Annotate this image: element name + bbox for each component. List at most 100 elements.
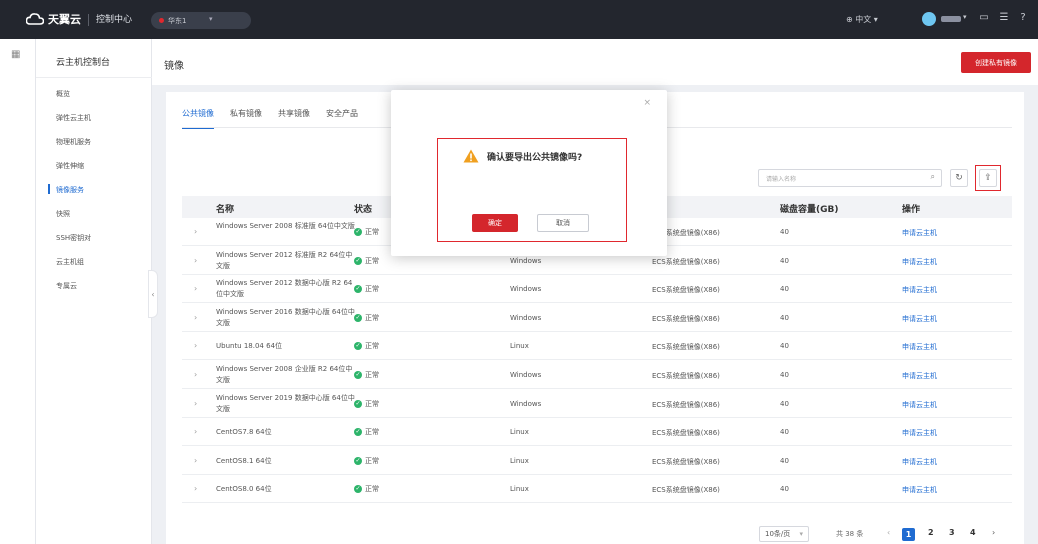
apply-server-link[interactable]: 申请云主机 (902, 485, 937, 495)
apply-server-link[interactable]: 申请云主机 (902, 342, 937, 352)
table-row[interactable]: › CentOS8.0 64位 ✓ 正常 Linux ECS系统盘镜像(X86) 40 申请云… (182, 475, 1012, 504)
close-icon[interactable]: × (643, 98, 651, 108)
tab-shared-images[interactable]: 共享镜像 (278, 108, 310, 129)
expand-row-icon[interactable]: › (194, 456, 197, 465)
page-size-select[interactable]: 10条/页 ▾ (759, 526, 809, 542)
expand-row-icon[interactable]: › (194, 399, 197, 408)
os-type: Linux (510, 342, 529, 351)
cancel-button[interactable]: 取消 (537, 214, 589, 232)
collapse-sidebar-handle[interactable]: ‹ (148, 270, 158, 318)
sidebar-item-ecs[interactable]: 弹性云主机 (56, 113, 91, 123)
table-row[interactable]: › CentOS8.1 64位 ✓ 正常 Linux ECS系统盘镜像(X86) 40 申请云… (182, 447, 1012, 475)
divider (36, 77, 152, 78)
sidebar-item-snapshots[interactable]: 快照 (56, 209, 70, 219)
refresh-button[interactable]: ↻ (950, 169, 968, 187)
user-name-redacted[interactable] (941, 16, 961, 22)
apply-server-link[interactable]: 申请云主机 (902, 228, 937, 238)
expand-row-icon[interactable]: › (194, 370, 197, 379)
page-button-3[interactable]: 3 (949, 528, 955, 537)
tab-security-products[interactable]: 安全产品 (326, 108, 358, 129)
region-selector[interactable]: 华东1 ▾ (151, 12, 251, 29)
page-button-4[interactable]: 4 (970, 528, 976, 537)
apply-server-link[interactable]: 申请云主机 (902, 314, 937, 324)
os-type: Linux (510, 428, 529, 437)
image-type: ECS系统盘镜像(X86) (652, 429, 720, 438)
column-header-status: 状态 (354, 205, 373, 215)
sidenav-title: 云主机控制台 (56, 58, 111, 68)
apply-server-link[interactable]: 申请云主机 (902, 257, 937, 267)
apply-server-link[interactable]: 申请云主机 (902, 428, 937, 438)
expand-row-icon[interactable]: › (194, 284, 197, 293)
language-selector[interactable]: ⊕ 中文 ▾ (846, 14, 878, 25)
disk-size: 40 (780, 285, 789, 294)
os-type: Windows (510, 313, 542, 322)
chevron-down-icon: ▾ (799, 530, 803, 538)
apply-server-link[interactable]: 申请云主机 (902, 285, 937, 295)
sidebar-item-overview[interactable]: 概览 (56, 89, 70, 99)
status-text: 正常 (365, 371, 379, 379)
image-name: CentOS8.1 64位 (216, 456, 272, 465)
disk-size: 40 (780, 428, 789, 437)
expand-row-icon[interactable]: › (194, 484, 197, 493)
check-circle-icon: ✓ (354, 313, 362, 322)
tab-private-images[interactable]: 私有镜像 (230, 108, 262, 129)
expand-row-icon[interactable]: › (194, 313, 197, 322)
sidebar-item-bare-metal[interactable]: 物理机服务 (56, 137, 91, 147)
expand-row-icon[interactable]: › (194, 227, 197, 236)
apply-server-link[interactable]: 申请云主机 (902, 371, 937, 381)
check-circle-icon: ✓ (354, 428, 362, 437)
message-icon[interactable]: ▭ (978, 12, 990, 24)
table-row[interactable]: › Ubuntu 18.04 64位 ✓ 正常 Linux ECS系统盘镜像(X86) 40… (182, 332, 1012, 361)
expand-row-icon[interactable]: › (194, 427, 197, 436)
table-row[interactable]: › Windows Server 2008 企业版 R2 64位中文版 ✓ 正常 Win… (182, 361, 1012, 389)
region-label: 华东1 (168, 16, 187, 25)
create-private-image-button[interactable]: 创建私有镜像 (961, 52, 1031, 73)
sidebar-item-ssh-keys[interactable]: SSH密钥对 (56, 233, 91, 243)
image-type: ECS系统盘镜像(X86) (652, 314, 720, 323)
disk-size: 40 (780, 371, 789, 379)
check-circle-icon: ✓ (354, 485, 362, 494)
table-row[interactable]: › Windows Server 2012 数据中心版 R2 64位中文版 ✓ 正常 W… (182, 275, 1012, 304)
next-page-icon[interactable]: › (992, 528, 995, 537)
side-nav: 云主机控制台 概览 弹性云主机 物理机服务 弹性伸缩 镜像服务 快照 SSH密钥… (36, 39, 152, 544)
avatar[interactable] (922, 12, 936, 26)
confirm-button[interactable]: 确定 (472, 214, 518, 232)
table-row[interactable]: › Windows Server 2019 数据中心版 64位中文版 ✓ 正常 Wind… (182, 390, 1012, 418)
sidebar-item-autoscaling[interactable]: 弹性伸缩 (56, 161, 84, 171)
column-header-name: 名称 (216, 205, 235, 215)
disk-size: 40 (780, 228, 789, 236)
tab-public-images[interactable]: 公共镜像 (182, 108, 214, 129)
sidebar-item-server-groups[interactable]: 云主机组 (56, 257, 84, 267)
image-name: Ubuntu 18.04 64位 (216, 342, 283, 351)
image-name: CentOS8.0 64位 (216, 485, 272, 494)
sidebar-item-dedicated-cloud[interactable]: 专属云 (56, 281, 77, 291)
apply-server-link[interactable]: 申请云主机 (902, 400, 937, 410)
table-row[interactable]: › Windows Server 2016 数据中心版 64位中文版 ✓ 正常 Wind… (182, 304, 1012, 332)
sidebar-item-images[interactable]: 镜像服务 (56, 185, 84, 195)
search-input[interactable]: 请输入名称 ⌕ (758, 169, 942, 187)
page-button-2[interactable]: 2 (928, 528, 934, 537)
apply-server-link[interactable]: 申请云主机 (902, 457, 937, 467)
confirm-export-dialog: × 确认要导出公共镜像吗? 确定 取消 (391, 90, 667, 256)
disk-size: 40 (780, 313, 789, 322)
os-type: Linux (510, 456, 529, 465)
settings-icon[interactable]: ☰ (998, 12, 1010, 24)
search-icon[interactable]: ⌕ (931, 172, 935, 182)
status-badge: ✓ 正常 (354, 284, 379, 294)
help-icon[interactable]: ? (1017, 12, 1029, 24)
brand-logo[interactable]: 天翼云 (26, 11, 81, 27)
grid-menu-icon[interactable]: ▦ (11, 49, 23, 61)
image-type: ECS系统盘镜像(X86) (652, 400, 720, 409)
check-circle-icon: ✓ (354, 371, 362, 379)
status-badge: ✓ 正常 (354, 484, 379, 494)
expand-row-icon[interactable]: › (194, 341, 197, 350)
console-link[interactable]: 控制中心 (96, 12, 132, 25)
prev-page-icon[interactable]: ‹ (887, 528, 890, 537)
table-row[interactable]: › CentOS7.8 64位 ✓ 正常 Linux ECS系统盘镜像(X86) 40 申请云… (182, 418, 1012, 447)
check-circle-icon: ✓ (354, 256, 362, 265)
expand-row-icon[interactable]: › (194, 256, 197, 265)
image-type: ECS系统盘镜像(X86) (652, 486, 720, 495)
active-marker (48, 184, 50, 194)
total-count: 共 38 条 (836, 530, 864, 538)
page-button-1[interactable]: 1 (902, 528, 915, 541)
